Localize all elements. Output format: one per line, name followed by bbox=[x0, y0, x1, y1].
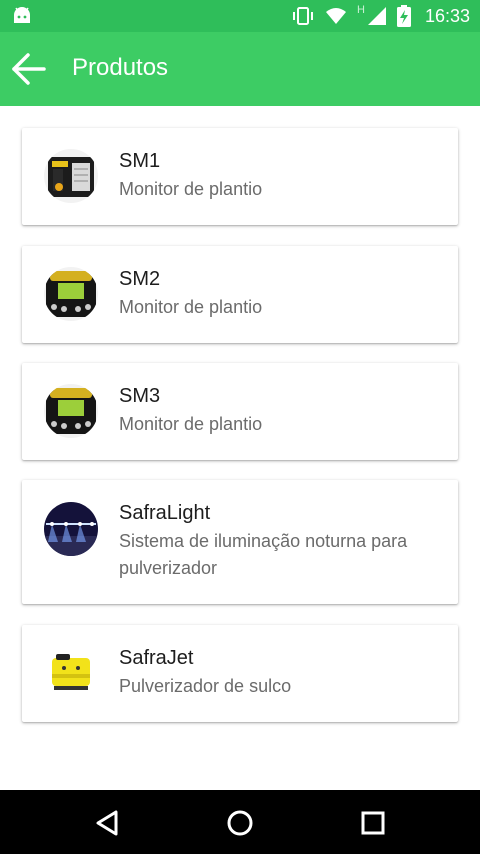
product-description: Monitor de plantio bbox=[119, 414, 263, 434]
system-navigation-bar bbox=[0, 790, 480, 854]
page-title: Produtos bbox=[72, 54, 169, 81]
product-name: SM2 bbox=[119, 268, 161, 290]
sm3-device-image bbox=[44, 384, 98, 438]
sm1-device-image bbox=[44, 149, 98, 203]
safrajet-image bbox=[44, 646, 98, 700]
product-card-sm1[interactable]: SM1 Monitor de plantio bbox=[22, 128, 458, 225]
product-name: SafraLight bbox=[119, 502, 211, 524]
safralight-image bbox=[44, 502, 98, 556]
app-bar: Produtos bbox=[0, 32, 480, 106]
arrow-left-icon[interactable] bbox=[10, 52, 46, 86]
wifi-icon bbox=[326, 8, 346, 24]
back-triangle-icon[interactable] bbox=[90, 806, 124, 840]
product-name: SM3 bbox=[119, 385, 161, 407]
product-description: Monitor de plantio bbox=[119, 179, 263, 199]
battery-charging-icon bbox=[396, 5, 411, 27]
home-circle-icon[interactable] bbox=[223, 806, 257, 840]
product-card-safralight[interactable]: SafraLight Sistema de iluminação noturna… bbox=[22, 480, 458, 604]
product-card-sm3[interactable]: SM3 Monitor de plantio bbox=[22, 363, 458, 460]
product-card-safrajet[interactable]: SafraJet Pulverizador de sulco bbox=[22, 625, 458, 722]
product-name: SM1 bbox=[119, 150, 161, 172]
signal-icon bbox=[367, 7, 386, 25]
status-bar: H 16:33 bbox=[0, 0, 480, 32]
product-description: Pulverizador de sulco bbox=[119, 676, 292, 696]
network-type-indicator: H bbox=[357, 4, 365, 16]
vibrate-icon bbox=[293, 7, 313, 25]
sm2-device-image bbox=[44, 267, 98, 321]
recents-square-icon[interactable] bbox=[356, 806, 390, 840]
product-name: SafraJet bbox=[119, 647, 194, 669]
product-description: Monitor de plantio bbox=[119, 297, 263, 317]
android-icon bbox=[14, 7, 30, 23]
clock: 16:33 bbox=[424, 5, 470, 26]
product-description: Sistema de iluminação noturna para pulve… bbox=[119, 531, 408, 578]
product-card-sm2[interactable]: SM2 Monitor de plantio bbox=[22, 246, 458, 343]
